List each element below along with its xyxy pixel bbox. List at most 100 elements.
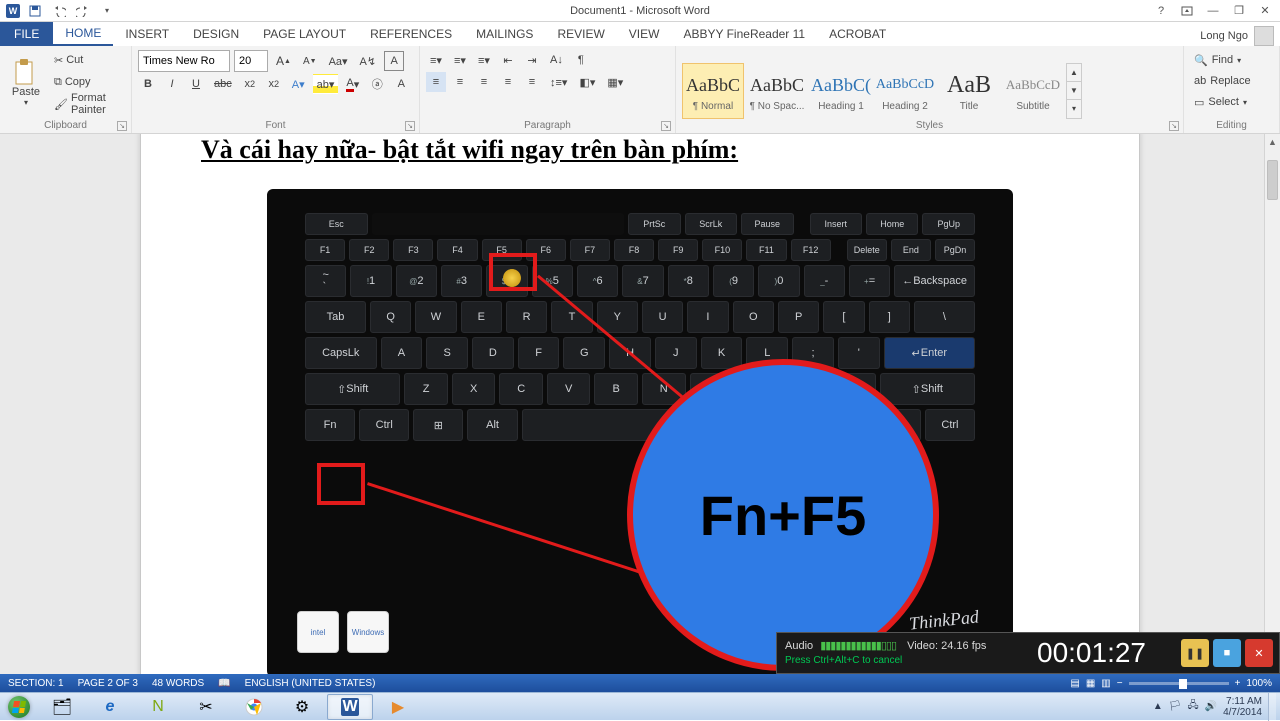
tab-view[interactable]: VIEW (617, 22, 672, 46)
taskbar-snipping[interactable]: ✂ (183, 694, 229, 720)
zoom-value[interactable]: 100% (1246, 678, 1272, 689)
distributed-button[interactable]: ≡ (522, 72, 542, 92)
user-area[interactable]: Long Ngo (1200, 26, 1280, 46)
recorder-stop-button[interactable]: ■ (1213, 639, 1241, 667)
style-subtitle[interactable]: AaBbCcDSubtitle (1002, 63, 1064, 119)
minimize-button[interactable]: — (1202, 2, 1224, 20)
italic-button[interactable]: I (162, 74, 182, 94)
tray-action-center-icon[interactable]: 🏳 (1169, 701, 1182, 712)
decrease-indent-button[interactable]: ⇤ (498, 50, 518, 70)
bullets-button[interactable]: ≡▾ (426, 50, 446, 70)
vertical-scrollbar[interactable]: ▲ ▼ (1264, 134, 1280, 674)
taskbar-clock[interactable]: 7:11 AM 4/7/2014 (1223, 696, 1262, 718)
char-border-button[interactable]: A (384, 51, 404, 71)
text-effects-button[interactable]: A▾ (288, 74, 309, 94)
shrink-font-button[interactable]: A▼ (299, 51, 321, 71)
styles-gallery-scroll[interactable]: ▲▼▾ (1066, 63, 1082, 119)
styles-launcher[interactable]: ↘ (1169, 121, 1179, 131)
qat-save-button[interactable] (26, 2, 44, 20)
ribbon-display-options[interactable] (1176, 2, 1198, 20)
multilevel-list-button[interactable]: ≡▾ (474, 50, 494, 70)
phonetic-button[interactable]: A (391, 74, 411, 94)
taskbar-ie[interactable]: e (87, 694, 133, 720)
recorder-close-button[interactable]: ✕ (1245, 639, 1273, 667)
tab-mailings[interactable]: MAILINGS (464, 22, 545, 46)
zoom-slider[interactable] (1129, 682, 1229, 685)
qat-customize-button[interactable]: ▾ (98, 2, 116, 20)
shading-button[interactable]: ◧▾ (575, 72, 599, 92)
subscript-button[interactable]: x2 (240, 74, 260, 94)
align-center-button[interactable]: ≡ (450, 72, 470, 92)
scroll-track[interactable] (1265, 150, 1280, 658)
document-area[interactable]: Và cái hay nữa- bật tắt wifi ngay trên b… (0, 134, 1280, 674)
scroll-thumb[interactable] (1267, 160, 1278, 200)
style-heading1[interactable]: AaBbC(Heading 1 (810, 63, 872, 119)
strike-button[interactable]: abc (210, 74, 236, 94)
tab-review[interactable]: REVIEW (545, 22, 616, 46)
paste-button[interactable]: Paste ▾ (6, 50, 46, 114)
show-marks-button[interactable]: ¶ (571, 50, 591, 70)
proofing-icon[interactable]: 📖 (218, 678, 230, 689)
underline-button[interactable]: U (186, 74, 206, 94)
taskbar-word[interactable]: W (327, 694, 373, 720)
tab-insert[interactable]: INSERT (113, 22, 181, 46)
maximize-button[interactable]: ❐ (1228, 2, 1250, 20)
change-case-button[interactable]: Aa▾ (325, 51, 352, 71)
align-left-button[interactable]: ≡ (426, 72, 446, 92)
view-print-icon[interactable]: ▦ (1086, 678, 1095, 689)
view-web-icon[interactable]: ▥ (1101, 678, 1110, 689)
grow-font-button[interactable]: A▲ (272, 51, 295, 71)
zoom-in-button[interactable]: + (1235, 678, 1241, 689)
align-justify-button[interactable]: ≡ (498, 72, 518, 92)
tray-show-hidden[interactable]: ▲ (1153, 701, 1163, 712)
enclose-char-button[interactable]: ⓐ (367, 74, 387, 94)
qat-undo-button[interactable] (50, 2, 68, 20)
file-tab[interactable]: FILE (0, 22, 53, 46)
status-page[interactable]: PAGE 2 OF 3 (78, 678, 138, 689)
highlight-button[interactable]: ab▾ (313, 74, 339, 94)
font-color-button[interactable]: A▾ (342, 74, 363, 94)
scroll-up-icon[interactable]: ▲ (1265, 134, 1280, 150)
replace-button[interactable]: abReplace (1190, 71, 1273, 91)
sort-button[interactable]: A↓ (546, 50, 567, 70)
tray-network-icon[interactable]: 🖧 (1187, 698, 1198, 715)
style-heading2[interactable]: AaBbCcDHeading 2 (874, 63, 936, 119)
status-language[interactable]: ENGLISH (UNITED STATES) (245, 678, 376, 689)
bold-button[interactable]: B (138, 74, 158, 94)
clipboard-launcher[interactable]: ↘ (117, 121, 127, 131)
start-button[interactable] (0, 693, 38, 721)
align-right-button[interactable]: ≡ (474, 72, 494, 92)
zoom-out-button[interactable]: − (1117, 678, 1123, 689)
status-section[interactable]: SECTION: 1 (8, 678, 64, 689)
tab-page-layout[interactable]: PAGE LAYOUT (251, 22, 358, 46)
tab-acrobat[interactable]: ACROBAT (817, 22, 898, 46)
taskbar-notepadpp[interactable]: N (135, 694, 181, 720)
taskbar-file-explorer[interactable]: 🗂 (39, 694, 85, 720)
taskbar-utility[interactable]: ⚙ (279, 694, 325, 720)
format-painter-button[interactable]: 🖌 Format Painter (50, 94, 125, 114)
show-desktop-button[interactable] (1268, 693, 1276, 721)
clear-format-button[interactable]: A↯ (356, 51, 381, 71)
tab-design[interactable]: DESIGN (181, 22, 251, 46)
view-read-icon[interactable]: ▤ (1070, 678, 1079, 689)
help-button[interactable]: ? (1150, 2, 1172, 20)
close-button[interactable]: ✕ (1254, 2, 1276, 20)
style-normal[interactable]: AaBbC¶ Normal (682, 63, 744, 119)
superscript-button[interactable]: x2 (264, 74, 284, 94)
borders-button[interactable]: ▦▾ (603, 72, 627, 92)
numbering-button[interactable]: ≡▾ (450, 50, 470, 70)
font-name-combo[interactable] (138, 50, 230, 72)
status-words[interactable]: 48 WORDS (152, 678, 204, 689)
qat-redo-button[interactable] (74, 2, 92, 20)
font-size-combo[interactable] (234, 50, 268, 72)
recorder-pause-button[interactable]: ❚❚ (1181, 639, 1209, 667)
increase-indent-button[interactable]: ⇥ (522, 50, 542, 70)
select-button[interactable]: ▭Select▾ (1190, 92, 1273, 112)
tab-references[interactable]: REFERENCES (358, 22, 464, 46)
copy-button[interactable]: ⧉ Copy (50, 72, 95, 92)
cut-button[interactable]: ✂ Cut (50, 50, 87, 70)
paragraph-launcher[interactable]: ↘ (661, 121, 671, 131)
tab-abbyy[interactable]: ABBYY FineReader 11 (671, 22, 817, 46)
find-button[interactable]: 🔍Find▾ (1190, 50, 1273, 70)
taskbar-media[interactable]: ▶ (375, 694, 421, 720)
